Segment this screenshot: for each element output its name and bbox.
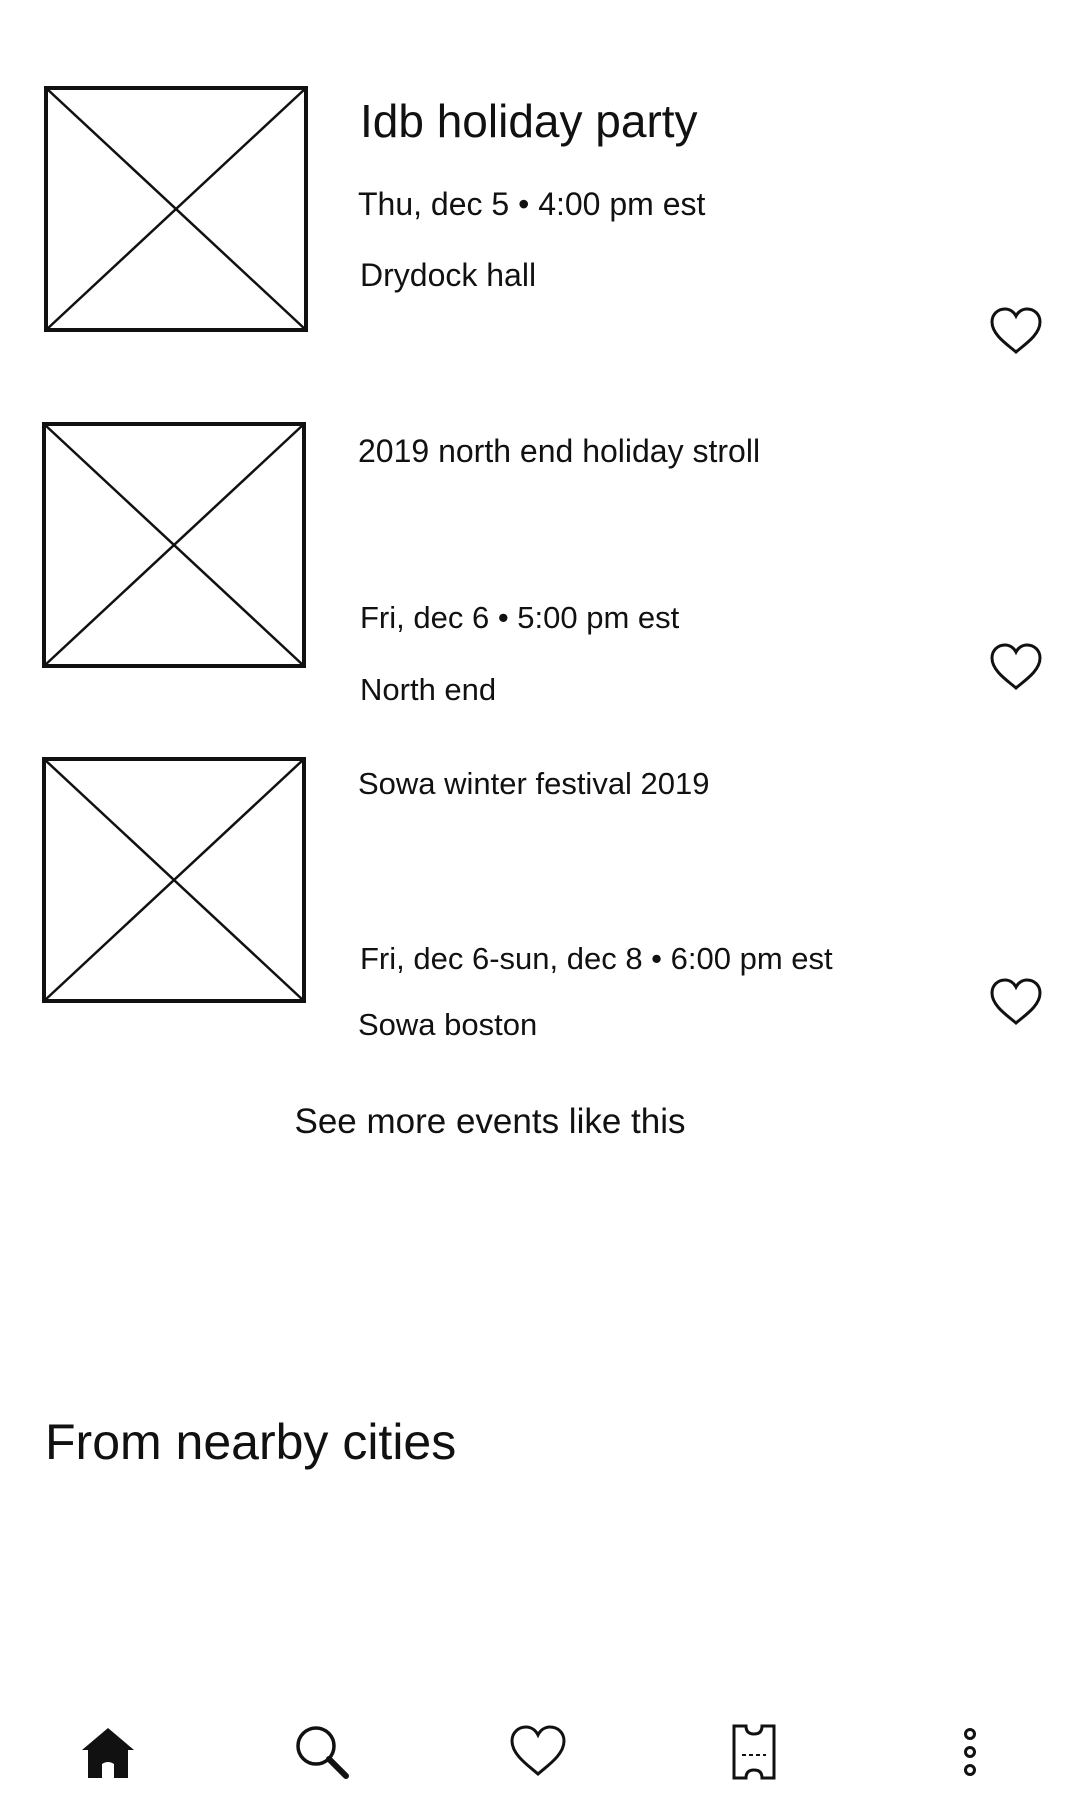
favorite-heart-icon[interactable] xyxy=(988,642,1044,692)
event-datetime: Thu, dec 5 • 4:00 pm est xyxy=(358,186,706,222)
event-image-placeholder[interactable] xyxy=(44,86,308,332)
home-icon[interactable] xyxy=(78,1722,138,1782)
event-title[interactable]: Idb holiday party xyxy=(360,98,698,144)
see-more-events-link[interactable]: See more events like this xyxy=(0,1104,980,1139)
event-image-placeholder[interactable] xyxy=(42,422,306,668)
heart-icon[interactable] xyxy=(508,1722,568,1782)
event-location: Drydock hall xyxy=(360,257,537,293)
more-icon[interactable] xyxy=(940,1722,1000,1782)
bottom-navigation xyxy=(0,1700,1080,1800)
event-title[interactable]: 2019 north end holiday stroll xyxy=(358,435,760,467)
event-datetime: Fri, dec 6-sun, dec 8 • 6:00 pm est xyxy=(360,941,833,976)
event-datetime: Fri, dec 6 • 5:00 pm est xyxy=(360,600,680,635)
event-location: Sowa boston xyxy=(358,1007,538,1042)
favorite-heart-icon[interactable] xyxy=(988,977,1044,1027)
favorite-heart-icon[interactable] xyxy=(988,306,1044,356)
event-title[interactable]: Sowa winter festival 2019 xyxy=(358,768,710,799)
event-location: North end xyxy=(360,672,497,707)
nearby-cities-heading: From nearby cities xyxy=(45,1414,457,1470)
ticket-icon[interactable] xyxy=(724,1722,784,1782)
search-icon[interactable] xyxy=(292,1722,352,1782)
event-image-placeholder[interactable] xyxy=(42,757,306,1003)
